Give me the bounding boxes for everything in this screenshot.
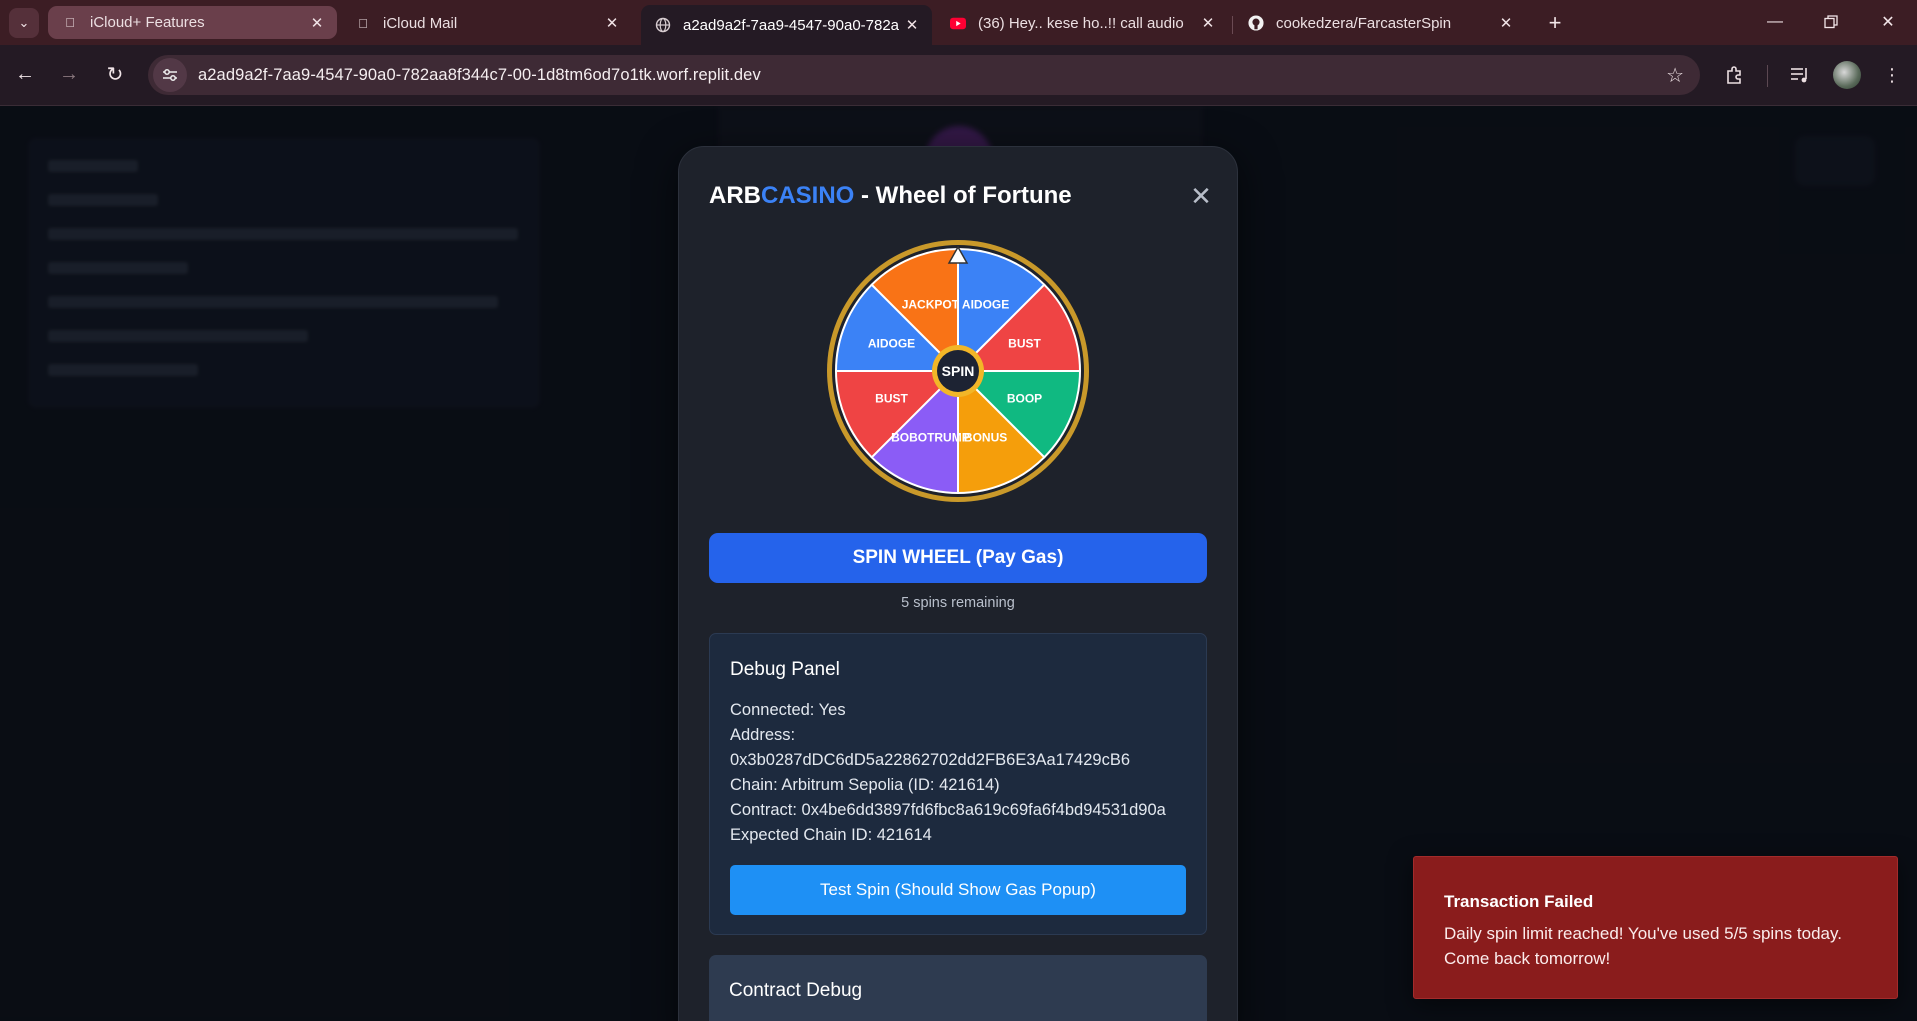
title-brand-prefix: ARB [709,182,761,209]
address-bar[interactable]: a2ad9a2f-7aa9-4547-90a0-782aa8f344c7-00-… [148,55,1700,95]
arrow-left-icon: ← [15,62,35,85]
spin-wheel-button[interactable]: SPIN WHEEL (Pay Gas) [709,533,1207,583]
minimize-icon: — [1767,13,1783,30]
reload-button[interactable]: ↻ [98,57,132,91]
tab-title: (36) Hey.. kese ho..!! call audio [978,14,1184,32]
debug-panel-title: Debug Panel [730,659,840,680]
restore-icon [1824,15,1838,29]
modal-close-button[interactable]: ✕ [1186,181,1216,211]
back-button[interactable]: ← [8,57,42,91]
tab-search-dropdown[interactable]: ⌄ [9,8,39,38]
extensions-icon[interactable] [1718,59,1750,91]
plus-icon: + [1548,10,1562,35]
browser-toolbar: ← → ↻ a2ad9a2f-7aa9-4547-90a0-782aa8f344… [0,45,1917,106]
debug-address-value: 0x3b0287dDC6dD5a22862702dd2FB6E3Aa17429c… [730,751,1130,769]
spins-remaining-text: 5 spins remaining [901,595,1015,611]
close-tab-icon[interactable]: ✕ [602,13,622,33]
tab-icloud-features[interactable]:  iCloud+ Features ✕ [48,6,337,39]
profile-avatar[interactable] [1833,61,1861,89]
wheel-segment-label: AIDOGE [962,298,1009,312]
spin-hub-label: SPIN [942,363,975,379]
tune-icon [163,69,177,81]
modal-title: ARBCASINO - Wheel of Fortune [709,182,1072,210]
wheel-graphic: AIDOGEBUSTBOOPBONUSBOBOTRUMPBUSTAIDOGEJA… [827,240,1089,502]
contract-debug-panel: Contract Debug [709,955,1207,1021]
close-icon: ✕ [1881,14,1895,31]
wheel-segment-label: BOBOTRUMP [891,431,970,445]
title-brand-accent: CASINO [761,182,855,209]
wheel-segment-label: BOOP [1007,392,1042,406]
toast-title: Transaction Failed [1444,892,1594,911]
tab-replit-active[interactable]: a2ad9a2f-7aa9-4547-90a0-782a ✕ [641,5,932,45]
tab-title: iCloud+ Features [90,14,205,31]
close-tab-icon[interactable]: ✕ [902,15,922,35]
browser-tab-bar: ⌄  iCloud+ Features ✕  iCloud Mail ✕ a… [0,0,1917,45]
more-menu-icon[interactable]: ⋮ [1876,59,1908,91]
tab-title: a2ad9a2f-7aa9-4547-90a0-782a [683,16,900,34]
test-spin-button[interactable]: Test Spin (Should Show Gas Popup) [730,865,1186,915]
toolbar-divider [1767,65,1768,87]
apple-icon:  [62,15,78,31]
debug-contract: Contract: 0x4be6dd3897fd6fbc8a619c69fa6f… [730,801,1166,819]
tab-youtube[interactable]: (36) Hey.. kese ho..!! call audio ✕ [936,6,1228,40]
tab-icloud-mail[interactable]:  iCloud Mail ✕ [341,6,632,40]
wheel-segment-label: BONUS [964,431,1007,445]
bookmark-star-icon[interactable]: ☆ [1666,63,1684,88]
wheel-segment-label: BUST [1008,336,1041,350]
close-tab-icon[interactable]: ✕ [1198,13,1218,33]
debug-chain: Chain: Arbitrum Sepolia (ID: 421614) [730,776,1000,794]
close-tab-icon[interactable]: ✕ [307,13,327,33]
youtube-icon [950,15,966,31]
wheel-modal: ARBCASINO - Wheel of Fortune ✕ AIDOGE BUS… [678,146,1238,1021]
debug-panel: Debug Panel Connected: Yes Address: 0x3b… [709,633,1207,935]
tab-title: iCloud Mail [383,14,458,32]
close-window-button[interactable]: ✕ [1865,6,1911,38]
wheel-segment-label: BUST [875,392,908,406]
new-tab-button[interactable]: + [1540,8,1570,38]
debug-expected-chain: Expected Chain ID: 421614 [730,826,932,844]
title-suffix: - Wheel of Fortune [854,182,1072,209]
debug-address-label: Address: [730,726,796,744]
close-tab-icon[interactable]: ✕ [1496,13,1516,33]
chevron-down-icon: ⌄ [18,15,30,30]
media-controls-icon[interactable] [1784,59,1816,91]
close-icon: ✕ [1190,180,1212,211]
tab-separator [1232,16,1233,34]
arrow-right-icon: → [59,62,79,85]
forward-button[interactable]: → [52,57,86,91]
tab-github[interactable]: cookedzera/FarcasterSpin ✕ [1234,6,1526,40]
restore-button[interactable] [1808,6,1854,38]
globe-icon [655,17,671,33]
wheel-of-fortune[interactable]: AIDOGE BUST BOOP BONUS BOBOTRUMP BUST AIDOGE JA… [826,239,1090,503]
url-text[interactable]: a2ad9a2f-7aa9-4547-90a0-782aa8f344c7-00-… [198,66,761,85]
contract-debug-title: Contract Debug [729,980,863,1001]
minimize-button[interactable]: — [1752,6,1798,38]
tab-title: cookedzera/FarcasterSpin [1276,14,1452,32]
debug-connected: Connected: Yes [730,701,846,719]
error-toast[interactable]: Transaction Failed Daily spin limit reac… [1413,856,1898,999]
github-icon [1248,15,1264,31]
reload-icon: ↻ [106,63,124,86]
wheel-segment-label: JACKPOT [902,298,960,312]
wheel-segment-label: AIDOGE [868,336,915,350]
debug-panel-lines: Connected: Yes Address: 0x3b0287dDC6dD5a… [730,698,1200,848]
apple-icon:  [355,15,371,31]
site-info-button[interactable] [153,58,187,92]
toast-message: Daily spin limit reached! You've used 5/… [1444,924,1842,968]
